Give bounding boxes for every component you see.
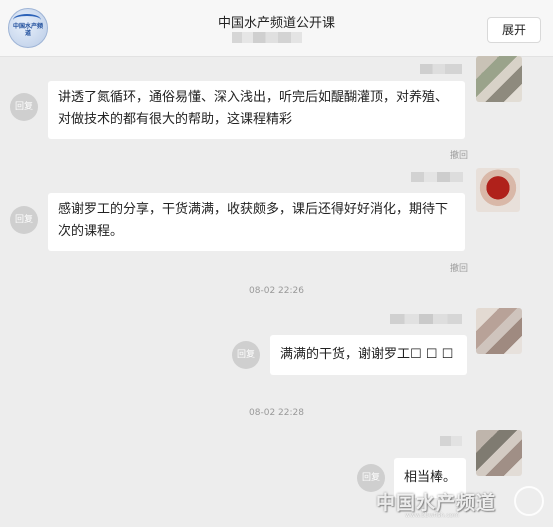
avatar[interactable] — [476, 168, 520, 212]
timestamp: 08-02 22:28 — [249, 408, 304, 418]
timestamp: 08-02 22:26 — [249, 286, 304, 296]
chat-header: 中国水产频道 中国水产频道公开课 展开 — [0, 0, 553, 57]
chat-message: 满满的干货，谢谢罗工☐ ☐ ☐ — [270, 335, 467, 375]
reply-icon[interactable]: 回复 — [10, 206, 38, 234]
watermark: 中国水产频道 — [376, 492, 497, 514]
withdraw-link[interactable]: 撤回 — [450, 148, 468, 161]
blurred-username — [420, 64, 462, 74]
blurred-username — [411, 172, 463, 182]
expand-button[interactable]: 展开 — [487, 17, 541, 43]
reply-icon[interactable]: 回复 — [10, 93, 38, 121]
reply-icon[interactable]: 回复 — [232, 341, 260, 369]
avatar[interactable] — [476, 56, 522, 102]
message-line: 讲透了氮循环，通俗易懂、深入浅出，听完后如醍醐灌顶，对养殖、 — [58, 90, 449, 105]
message-line: 次的课程。 — [58, 224, 124, 239]
avatar[interactable] — [476, 308, 522, 354]
blurred-subtitle — [232, 32, 302, 43]
blurred-username — [440, 436, 462, 446]
chat-message: 讲透了氮循环，通俗易懂、深入浅出，听完后如醍醐灌顶，对养殖、 对做技术的都有很大… — [48, 81, 465, 139]
avatar[interactable] — [476, 430, 522, 476]
withdraw-link[interactable]: 撤回 — [450, 261, 468, 274]
blurred-username — [390, 314, 462, 324]
message-line: 感谢罗工的分享，干货满满，收获颇多，课后还得好好消化，期待下 — [58, 202, 449, 217]
watermark-logo-icon — [514, 486, 544, 516]
chat-message: 感谢罗工的分享，干货满满，收获颇多，课后还得好好消化，期待下 次的课程。 — [48, 193, 465, 251]
message-line: 对做技术的都有很大的帮助，这课程精彩 — [58, 112, 293, 127]
page-title: 中国水产频道公开课 — [217, 16, 335, 31]
watermark-url: www.bbwfish.com — [405, 512, 460, 519]
